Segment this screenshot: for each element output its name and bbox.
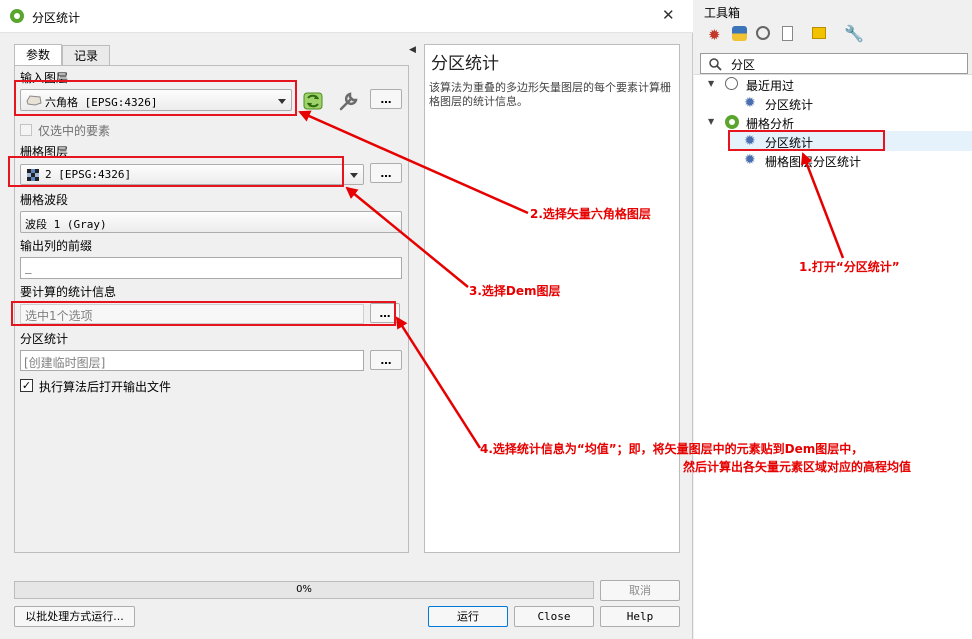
annotation-step2: 2.选择矢量六角格图层: [530, 207, 651, 221]
arrow-step2: [298, 110, 529, 215]
annotation-step1: 1.打开“分区统计”: [799, 260, 900, 274]
annotation-step4-line2: 然后计算出各矢量元素区域对应的高程均值: [683, 460, 912, 474]
annotation-step3: 3.选择Dem图层: [469, 284, 561, 298]
arrow-step3: [345, 186, 469, 288]
annotation-step4-line1: 4.选择统计信息为“均值”；即，将矢量图层中的元素贴到Dem图层中，: [480, 442, 864, 456]
arrow-step1: [800, 152, 845, 259]
arrow-step4: [395, 316, 482, 449]
annotation-arrows: [298, 110, 845, 449]
